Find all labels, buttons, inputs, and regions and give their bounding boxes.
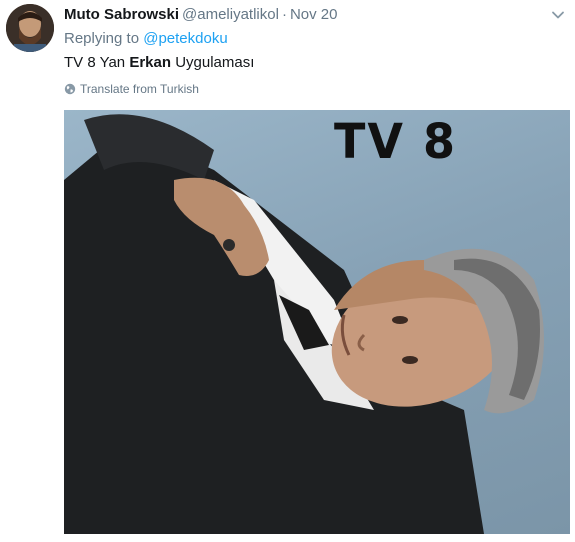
reply-mention-link[interactable]: @petekdoku xyxy=(143,30,227,47)
chevron-down-icon[interactable] xyxy=(551,8,565,22)
globe-icon xyxy=(64,83,76,95)
author-handle[interactable]: @ameliyatlikol xyxy=(182,6,279,23)
author-name[interactable]: Muto Sabrowski xyxy=(64,6,179,23)
tweet-header: Muto Sabrowski @ameliyatlikol · Nov 20 xyxy=(64,5,337,25)
avatar[interactable] xyxy=(6,4,54,52)
separator: · xyxy=(281,6,287,23)
replying-to: Replying to @petekdoku xyxy=(64,29,228,49)
tweet-text: TV 8 Yan Erkan Uygulaması xyxy=(64,53,254,73)
image-overlay-text: TV 8 xyxy=(334,112,457,170)
tweet-text-bold: Erkan xyxy=(129,54,172,71)
tweet-text-part: TV 8 Yan xyxy=(64,54,126,71)
tweet-text-part: Uygulaması xyxy=(175,54,255,71)
tweet-image[interactable]: TV 8 xyxy=(64,110,570,534)
replying-prefix: Replying to xyxy=(64,30,140,47)
tweet-date[interactable]: Nov 20 xyxy=(290,6,338,23)
tweet[interactable]: Muto Sabrowski @ameliyatlikol · Nov 20 Repl… xyxy=(0,0,575,542)
translate-label: Translate from Turkish xyxy=(80,82,199,96)
translate-link[interactable]: Translate from Turkish xyxy=(64,81,199,97)
